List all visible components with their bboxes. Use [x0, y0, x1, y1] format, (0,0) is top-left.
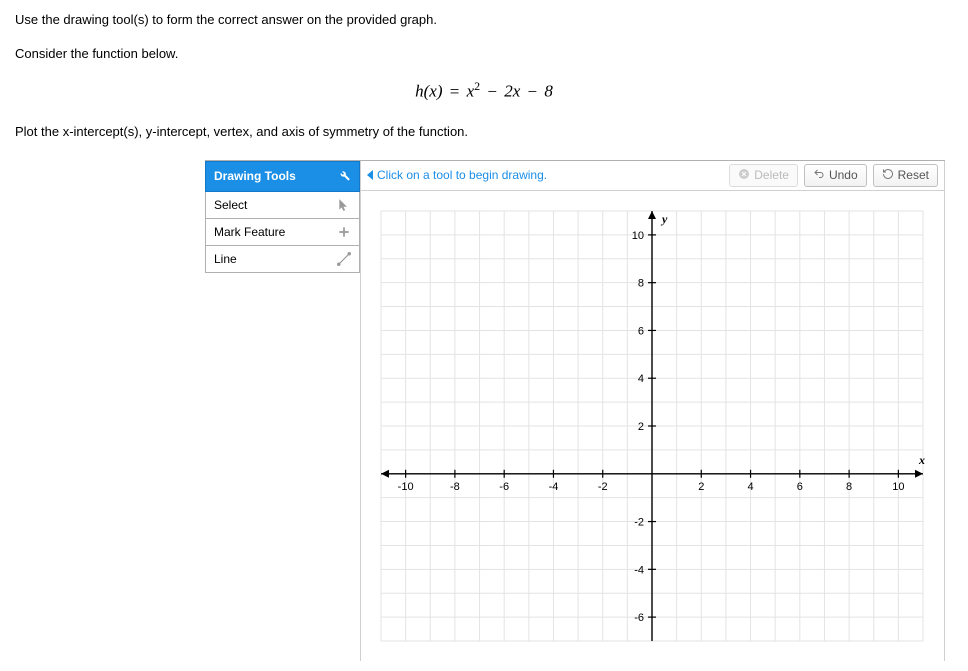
- svg-text:10: 10: [892, 480, 904, 492]
- svg-text:4: 4: [638, 373, 644, 385]
- svg-text:-4: -4: [634, 564, 644, 576]
- instruction-line-1: Use the drawing tool(s) to form the corr…: [15, 10, 953, 30]
- tool-panel-header: Drawing Tools: [205, 161, 360, 192]
- delete-button[interactable]: Delete: [729, 164, 798, 187]
- tool-label: Mark Feature: [214, 225, 285, 239]
- undo-icon: [813, 168, 825, 183]
- graph-area: Click on a tool to begin drawing. Delete…: [360, 161, 945, 661]
- svg-text:2: 2: [698, 480, 704, 492]
- svg-text:2: 2: [638, 421, 644, 433]
- svg-text:6: 6: [797, 480, 803, 492]
- svg-text:4: 4: [747, 480, 753, 492]
- tool-select[interactable]: Select: [205, 192, 360, 219]
- tool-label: Select: [214, 198, 247, 212]
- line-icon: [337, 252, 351, 266]
- instructions-block: Use the drawing tool(s) to form the corr…: [15, 10, 953, 142]
- arrow-left-icon: [367, 170, 373, 180]
- svg-text:-6: -6: [634, 612, 644, 624]
- delete-icon: [738, 168, 750, 183]
- svg-text:6: 6: [638, 325, 644, 337]
- svg-text:y: y: [660, 212, 668, 226]
- svg-text:8: 8: [846, 480, 852, 492]
- svg-text:-10: -10: [398, 480, 414, 492]
- coordinate-plane: -10 -8 -6 -4 -2 2 4 6 8 10 -6 -4 -2 2 4 6 8 10 x y: [361, 191, 943, 661]
- graph-toolbar: Click on a tool to begin drawing. Delete…: [361, 161, 944, 191]
- cursor-icon: [337, 198, 351, 212]
- svg-text:-8: -8: [450, 480, 460, 492]
- equation-display: h(x) = x2 − 2x − 8: [15, 77, 953, 104]
- undo-button[interactable]: Undo: [804, 164, 867, 187]
- tool-panel-title: Drawing Tools: [214, 169, 296, 183]
- wrench-icon: [337, 168, 351, 185]
- reset-icon: [882, 168, 894, 183]
- svg-text:-2: -2: [634, 516, 644, 528]
- tool-line[interactable]: Line: [205, 246, 360, 273]
- reset-button[interactable]: Reset: [873, 164, 938, 187]
- svg-text:10: 10: [632, 230, 644, 242]
- svg-text:8: 8: [638, 277, 644, 289]
- tool-mark-feature[interactable]: Mark Feature: [205, 219, 360, 246]
- svg-text:x: x: [918, 452, 925, 466]
- tool-panel: Drawing Tools Select Mark Feature Line: [205, 161, 360, 661]
- svg-text:-6: -6: [499, 480, 509, 492]
- drawing-widget: Drawing Tools Select Mark Feature Line: [205, 160, 945, 661]
- tool-label: Line: [214, 252, 237, 266]
- svg-text:-4: -4: [549, 480, 559, 492]
- plus-icon: [337, 225, 351, 239]
- graph-canvas[interactable]: -10 -8 -6 -4 -2 2 4 6 8 10 -6 -4 -2 2 4 6 8 10 x y: [361, 191, 944, 661]
- svg-text:-2: -2: [598, 480, 608, 492]
- instruction-line-3: Plot the x-intercept(s), y-intercept, ve…: [15, 122, 953, 142]
- graph-hint: Click on a tool to begin drawing.: [367, 168, 723, 182]
- instruction-line-2: Consider the function below.: [15, 44, 953, 64]
